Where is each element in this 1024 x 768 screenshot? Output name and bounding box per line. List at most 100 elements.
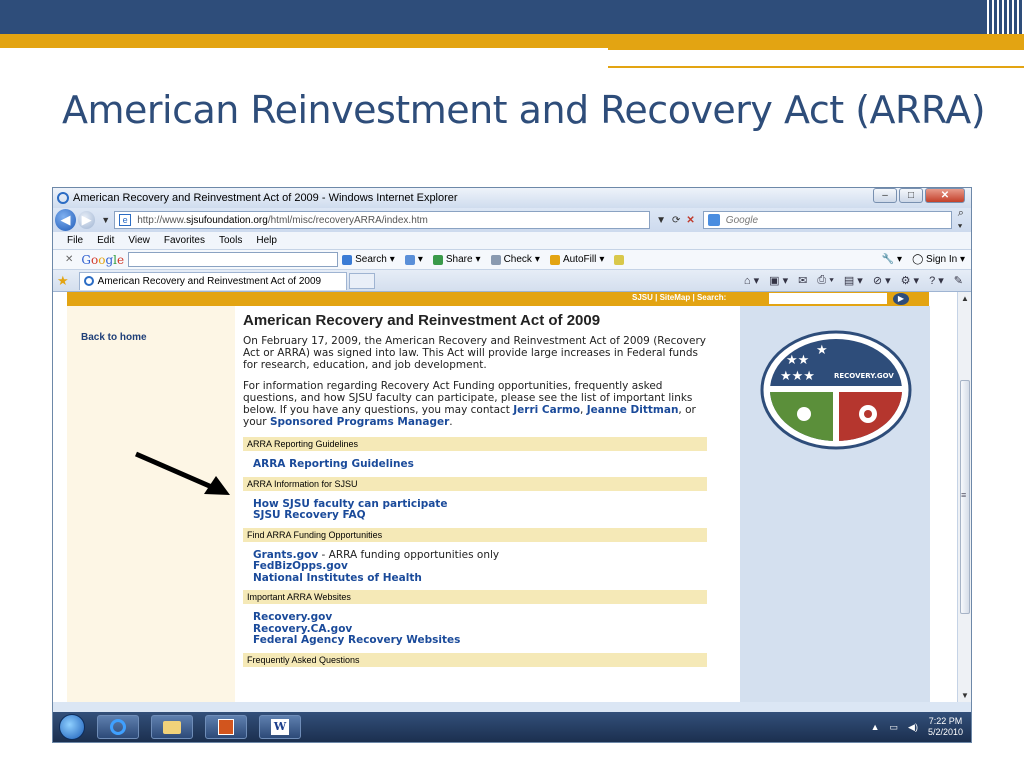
taskbar-explorer-button[interactable]	[151, 715, 193, 739]
highlighter-icon	[614, 254, 625, 265]
scroll-up-icon[interactable]: ▲	[961, 294, 969, 303]
toolbar-addon-button[interactable]: ▾	[404, 254, 423, 265]
share-button[interactable]: Share ▾	[432, 254, 481, 265]
contact-link-jerri-carmo[interactable]: Jerri Carmo	[513, 404, 580, 416]
help-menu-icon[interactable]: ? ▾	[929, 274, 944, 287]
search-box[interactable]: Google	[702, 211, 952, 229]
ie-icon	[57, 192, 69, 204]
clock-date: 5/2/2010	[927, 727, 963, 737]
search-placeholder: Google	[725, 214, 759, 226]
taskbar-ie-button[interactable]	[97, 715, 139, 739]
site-top-links[interactable]: SJSU | SiteMap | Search:	[632, 293, 726, 302]
section-links: Recovery.gov Recovery.CA.gov Federal Age…	[243, 604, 707, 653]
menu-edit[interactable]: Edit	[97, 235, 114, 246]
close-toolbar-icon[interactable]: ✕	[65, 254, 73, 265]
menu-file[interactable]: File	[67, 235, 83, 246]
link-faculty-participate[interactable]: How SJSU faculty can participate	[253, 498, 447, 510]
window-title: American Recovery and Reinvestment Act o…	[73, 192, 458, 204]
system-tray: ▲ ▭ ◀) 7:22 PM 5/2/2010	[871, 716, 963, 738]
start-button[interactable]	[59, 714, 85, 740]
address-dropdown-icon[interactable]: ▼	[656, 215, 666, 226]
toolbar-right: 🔧 ▾ ◯ Sign In ▾	[882, 254, 965, 265]
highlighter-button[interactable]	[614, 254, 625, 265]
minimize-button[interactable]: –	[873, 188, 897, 203]
stop-icon[interactable]: ✕	[686, 215, 694, 226]
safety-menu-icon[interactable]: ⊘ ▾	[873, 274, 891, 287]
link-recovery-ca-gov[interactable]: Recovery.CA.gov	[253, 623, 352, 635]
address-bar[interactable]: e http://www. sjsufoundation.org/html/mis…	[114, 211, 651, 229]
spellcheck-button[interactable]: Check ▾	[490, 254, 540, 265]
menu-help[interactable]: Help	[256, 235, 277, 246]
mail-icon[interactable]: ✉	[798, 274, 807, 287]
clock[interactable]: 7:22 PM 5/2/2010	[928, 716, 963, 738]
menu-tools[interactable]: Tools	[219, 235, 242, 246]
search-icon[interactable]: ⌕ ▾	[958, 207, 971, 233]
settings-wrench-icon[interactable]: 🔧 ▾	[882, 254, 902, 265]
menu-favorites[interactable]: Favorites	[164, 235, 205, 246]
right-column: ★★ ★★★ ★ RECOVERY.GOV	[740, 306, 930, 702]
new-tab-button[interactable]	[348, 272, 375, 289]
recovery-gov-seal-icon: ★★ ★★★ ★ RECOVERY.GOV	[760, 330, 912, 450]
section-header: Find ARRA Funding Opportunities	[243, 527, 707, 542]
address-row: ◀ ▶ ▼ e http://www. sjsufoundation.org/ht…	[53, 207, 971, 233]
back-to-home-link[interactable]: Back to home	[81, 332, 147, 343]
forward-button[interactable]: ▶	[78, 211, 96, 229]
spellcheck-icon	[490, 254, 501, 265]
taskbar-word-button[interactable]: W	[259, 715, 301, 739]
close-button[interactable]: ✕	[925, 188, 965, 203]
google-search-button[interactable]: Search ▾	[342, 254, 395, 265]
link-nih[interactable]: National Institutes of Health	[253, 572, 422, 584]
link-fedbizopps[interactable]: FedBizOpps.gov	[253, 560, 348, 572]
scroll-down-icon[interactable]: ▼	[961, 691, 969, 700]
volume-icon[interactable]: ◀)	[908, 722, 918, 733]
taskbar-powerpoint-button[interactable]	[205, 715, 247, 739]
google-search-icon	[342, 254, 353, 265]
refresh-icon[interactable]: ⟳	[672, 215, 680, 226]
svg-text:★: ★	[816, 343, 828, 358]
seal-text: RECOVERY.GOV	[834, 372, 894, 380]
sign-in-button[interactable]: ◯ Sign In ▾	[912, 254, 965, 265]
print-icon[interactable]: ⎙ ▾	[817, 274, 833, 287]
feeds-icon[interactable]: ▣ ▾	[769, 274, 788, 287]
link-federal-agency-websites[interactable]: Federal Agency Recovery Websites	[253, 634, 460, 646]
menu-view[interactable]: View	[128, 235, 150, 246]
site-search-input[interactable]	[769, 293, 887, 304]
site-search-go-icon[interactable]: ▶	[893, 293, 909, 305]
page-heading: American Recovery and Reinvestment Act o…	[243, 312, 601, 329]
favorites-star-icon[interactable]: ★	[57, 273, 69, 289]
link-arra-reporting-guidelines[interactable]: ARRA Reporting Guidelines	[253, 458, 414, 470]
back-button[interactable]: ◀	[55, 209, 77, 231]
link-grants-gov[interactable]: Grants.gov	[253, 549, 318, 561]
section-header: Frequently Asked Questions	[243, 652, 707, 667]
vertical-scrollbar[interactable]: ▲ ≡ ▼	[957, 292, 971, 702]
contact-link-programs-manager[interactable]: Sponsored Programs Manager	[270, 416, 449, 428]
clock-time: 7:22 PM	[928, 716, 963, 726]
link-sjsu-recovery-faq[interactable]: SJSU Recovery FAQ	[253, 509, 366, 521]
svg-text:★★★: ★★★	[780, 369, 815, 384]
autofill-button[interactable]: AutoFill ▾	[549, 254, 604, 265]
tab-active[interactable]: American Recovery and Reinvestment Act o…	[78, 271, 347, 290]
tools-menu-icon[interactable]: ⚙ ▾	[901, 274, 919, 287]
command-bar: ⌂ ▾ ▣ ▾ ✉ ⎙ ▾ ▤ ▾ ⊘ ▾ ⚙ ▾ ? ▾ ✎	[744, 274, 963, 287]
slide-gold-band	[0, 34, 1024, 48]
word-icon: W	[271, 719, 289, 735]
history-dropdown-icon[interactable]: ▼	[101, 215, 110, 225]
powerpoint-icon	[218, 719, 234, 735]
slide-title: American Reinvestment and Recovery Act (…	[62, 88, 986, 132]
google-toolbar-search-input[interactable]	[128, 252, 339, 267]
page-menu-icon[interactable]: ▤ ▾	[844, 274, 863, 287]
tray-expand-icon[interactable]: ▲	[871, 722, 880, 732]
puzzle-icon	[404, 254, 415, 265]
section-links: Grants.gov - ARRA funding opportunities …	[243, 542, 707, 591]
maximize-button[interactable]: □	[899, 188, 923, 203]
address-actions: ▼ ⟳ ✕	[656, 215, 695, 226]
link-recovery-gov[interactable]: Recovery.gov	[253, 611, 332, 623]
home-icon[interactable]: ⌂ ▾	[744, 274, 759, 287]
network-icon[interactable]: ▭	[890, 722, 899, 733]
section-links: How SJSU faculty can participate SJSU Re…	[243, 491, 707, 528]
contact-link-jeanne-dittman[interactable]: Jeanne Dittman	[587, 404, 679, 416]
slide-gold-lines	[608, 48, 1024, 68]
svg-text:★★: ★★	[786, 353, 809, 368]
research-icon[interactable]: ✎	[954, 274, 963, 287]
left-nav: Back to home	[67, 306, 235, 702]
